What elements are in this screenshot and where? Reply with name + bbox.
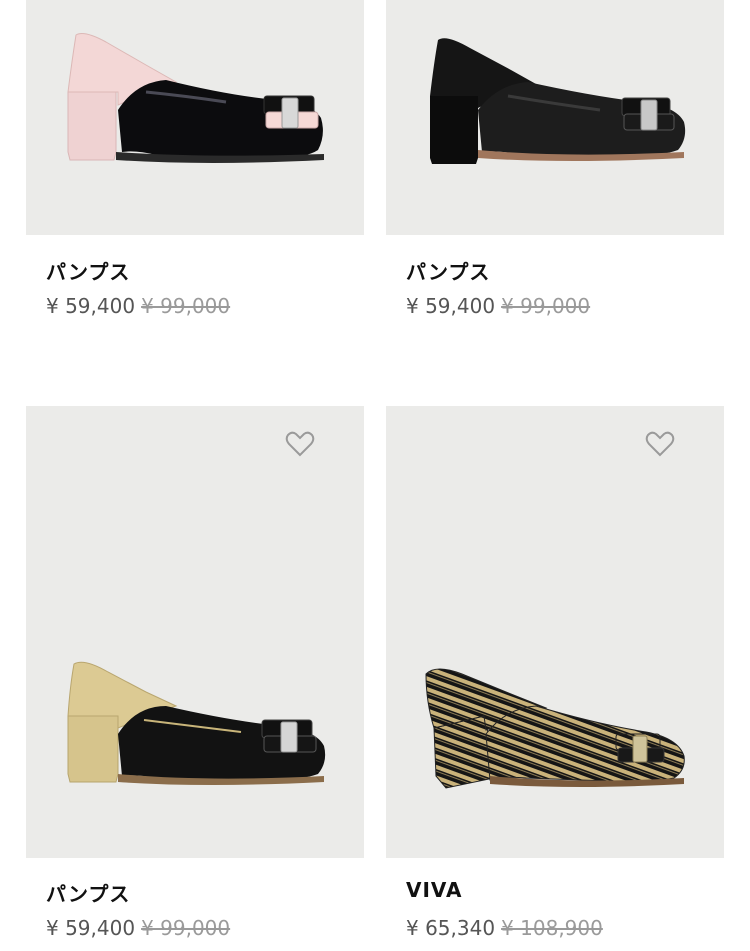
product-name[interactable]: VIVA: [406, 878, 463, 902]
sale-price: ¥ 59,400: [406, 294, 496, 318]
product-price: ¥ 59,400 ¥ 99,000: [406, 294, 590, 318]
product-price: ¥ 59,400 ¥ 99,000: [46, 294, 230, 318]
original-price: ¥ 99,000: [141, 916, 231, 940]
product-image[interactable]: [26, 0, 364, 235]
product-card[interactable]: パンプス ¥ 59,400 ¥ 99,000: [26, 406, 364, 940]
product-card[interactable]: パンプス ¥ 59,400 ¥ 99,000: [26, 0, 364, 318]
original-price: ¥ 99,000: [501, 294, 591, 318]
product-card[interactable]: パンプス ¥ 59,400 ¥ 99,000: [386, 0, 724, 318]
gold-black-suede-pump-image: [67, 661, 326, 785]
product-name[interactable]: パンプス: [406, 256, 490, 285]
product-price: ¥ 59,400 ¥ 99,000: [46, 916, 230, 940]
sale-price: ¥ 59,400: [46, 916, 136, 940]
sale-price: ¥ 59,400: [46, 294, 136, 318]
product-image[interactable]: [386, 406, 724, 858]
sale-price: ¥ 65,340: [406, 916, 496, 940]
product-image[interactable]: [26, 406, 364, 858]
original-price: ¥ 108,900: [501, 916, 603, 940]
product-name[interactable]: パンプス: [46, 256, 130, 285]
product-card[interactable]: VIVA ¥ 65,340 ¥ 108,900: [386, 406, 724, 940]
product-image[interactable]: [386, 0, 724, 235]
black-suede-pump-image: [430, 38, 686, 164]
product-grid: パンプス ¥ 59,400 ¥ 99,000 パンプス ¥ 59,400 ¥ 9…: [0, 0, 750, 951]
original-price: ¥ 99,000: [141, 294, 231, 318]
black-gold-striped-pump-image: [425, 668, 685, 789]
product-price: ¥ 65,340 ¥ 108,900: [406, 916, 603, 940]
pink-black-patent-pump-image: [67, 33, 324, 163]
product-name[interactable]: パンプス: [46, 878, 130, 907]
